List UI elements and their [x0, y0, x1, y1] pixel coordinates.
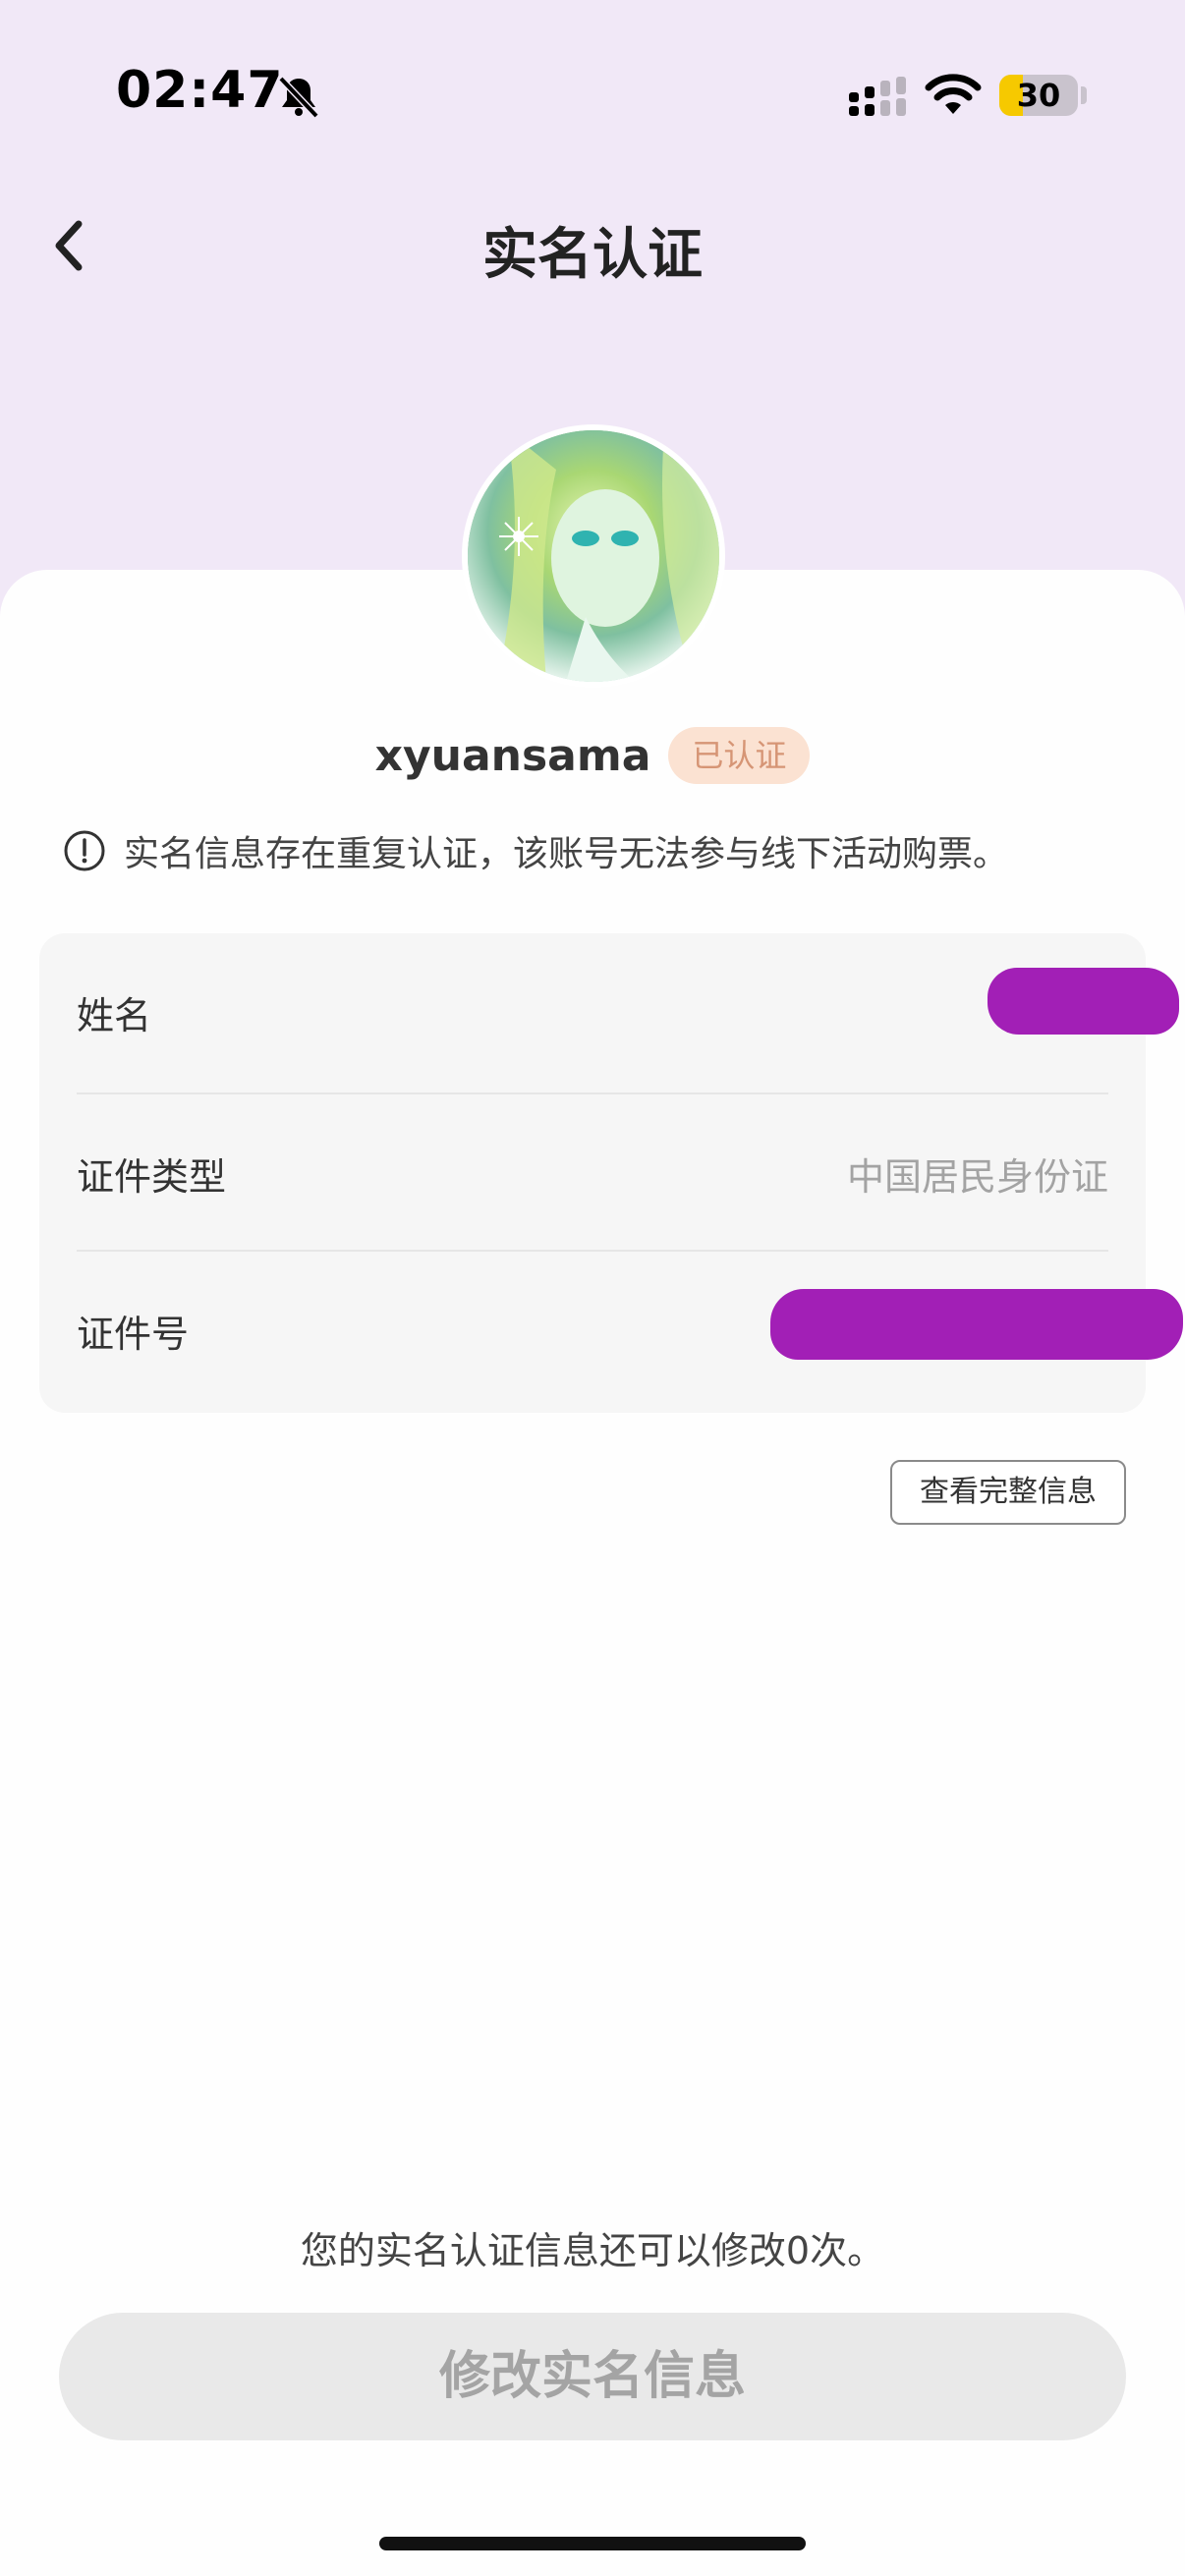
redaction-mark-name [988, 968, 1179, 1035]
bell-slash-icon [278, 76, 319, 119]
avatar [462, 424, 725, 688]
avatar-image [468, 430, 719, 682]
info-circle-icon [64, 830, 105, 871]
username: xyuansama [374, 730, 651, 781]
battery-level: 30 [1016, 77, 1061, 114]
signal-icon [849, 77, 906, 116]
info-label-id-number: 证件号 [77, 1312, 190, 1356]
remaining-edits-text: 您的实名认证信息还可以修改0次。 [300, 2229, 885, 2272]
notice-text: 实名信息存在重复认证，该账号无法参与线下活动购票。 [124, 834, 1009, 874]
info-label-name: 姓名 [77, 993, 152, 1037]
page-title: 实名认证 [482, 223, 703, 287]
info-row-id-type: 证件类型 中国居民身份证 [77, 1094, 1108, 1252]
info-row-name: 姓名 [77, 933, 1108, 1091]
modify-info-button[interactable]: 修改实名信息 [59, 2313, 1126, 2440]
screen: 02:47 30 实名认证 xyuansama 已认证 实名信息存在重复认证，该… [0, 0, 1185, 2576]
notice: 实名信息存在重复认证，该账号无法参与线下活动购票。 [63, 825, 1008, 876]
home-indicator[interactable] [379, 2537, 806, 2550]
username-row: xyuansama 已认证 [0, 727, 1185, 784]
battery-icon: 30 [999, 75, 1078, 116]
status-time: 02:47 [116, 61, 284, 120]
view-full-info-button[interactable]: 查看完整信息 [890, 1460, 1126, 1525]
verified-badge: 已认证 [668, 727, 811, 784]
info-label-id-type: 证件类型 [77, 1154, 227, 1199]
battery-cap [1081, 86, 1087, 104]
info-value-id-type: 中国居民身份证 [846, 1154, 1108, 1199]
wifi-icon [925, 74, 982, 114]
redaction-mark-id-number [770, 1289, 1183, 1360]
